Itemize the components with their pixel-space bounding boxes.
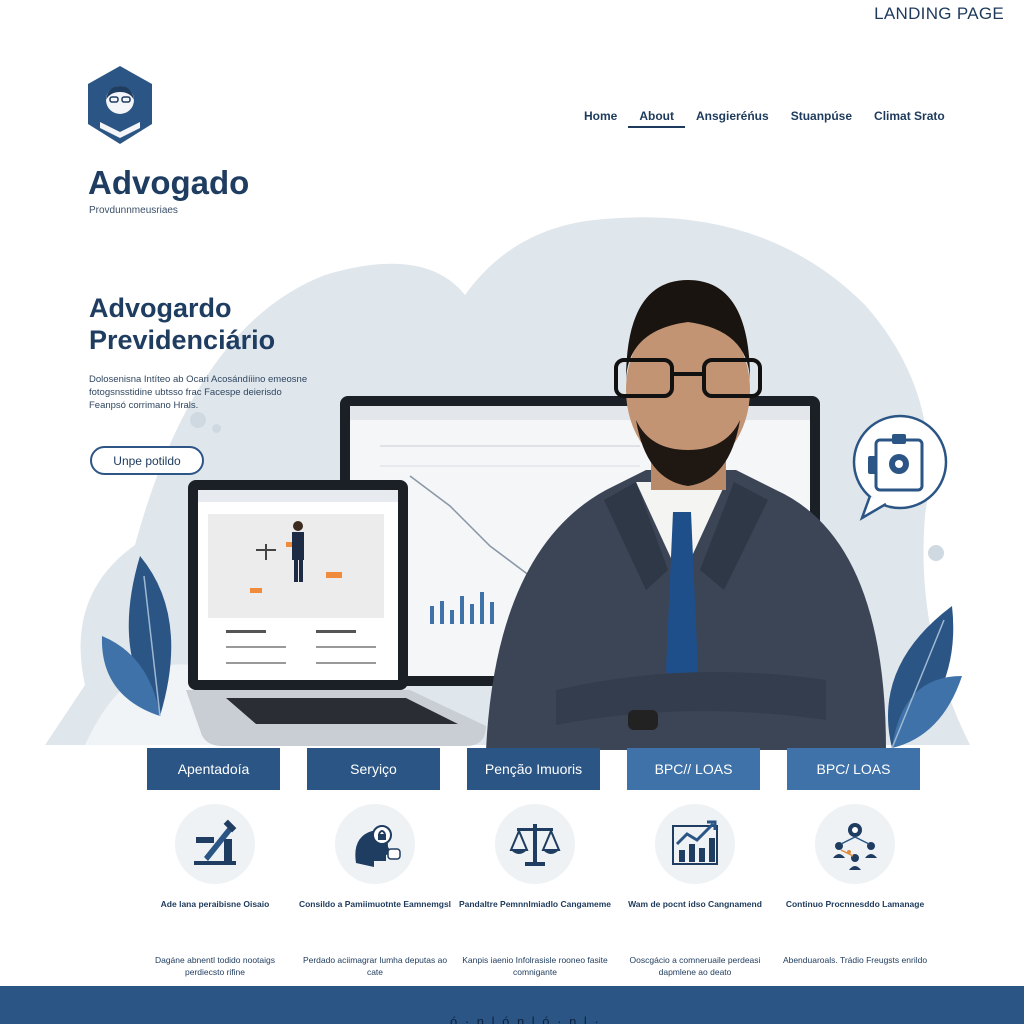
feature-icon-circle [175,804,255,884]
service-tab-bpc-loas-2[interactable]: BPC/ LOAS [787,748,920,790]
service-tab-servico[interactable]: Seryiço [307,748,440,790]
feature-description: Abenduaroals. Trádio Freugsts enrildo [782,955,928,965]
brand-name: Advogado [88,164,250,201]
landing-page-label: LANDING PAGE [874,4,1004,23]
feature-caption: Consildo a Pamiimuotnte Eamnemgsl [298,899,452,909]
service-tab-pensao[interactable]: Penção Imuoris [467,748,600,790]
nav-about[interactable]: About [628,109,685,128]
feature-icon-circle [655,804,735,884]
feature-description: Dagáne abnentl todido nootaigs perdiecst… [154,955,276,977]
decorative-dot [928,545,944,561]
feature-card: Pandaltre Pemnnlmiadlo Cangameme Kanpis … [455,804,615,978]
feature-caption: Pandaltre Pemnnlmiadlo Cangameme [458,899,612,909]
lawyer-portrait [486,280,886,750]
nav-item-3[interactable]: Ansgieréńus [685,109,780,128]
feature-description: Ooscgácio a comneruaile perdeasi dapmlen… [629,955,761,977]
feature-caption: Wam de pocnt idso Cangnamend [628,899,762,909]
feature-caption: Ade lana peraibisne Oisaio [160,899,270,909]
hero-title: Advogardo Previdenciário [89,292,419,356]
nav-item-4[interactable]: Stuanpúse [780,109,863,128]
hero-title-line1: Advogardo [89,293,232,323]
scales-icon [509,824,561,866]
hero-cta-button[interactable]: Unpe potildo [90,446,204,475]
decorative-dot [212,424,221,433]
feature-card: Consildo a Pamiimuotnte Eamnemgsl Perdad… [295,804,455,978]
service-tab-aposentadoria[interactable]: Apentadoía [147,748,280,790]
hero-description: Dolosenisna Intíteo ab Ocari Acosándíiin… [89,374,308,411]
growth-chart-icon [672,820,718,865]
clipboard-chat-icon[interactable] [846,410,950,522]
decorative-dot [190,412,206,428]
laptop [186,480,486,746]
feature-caption: Continuo Procnnesddo Lamanage [785,899,925,909]
features-row: Ade lana peraibisne Oisaio Dagáne abnent… [135,804,935,978]
lawyer-logo-icon[interactable] [86,64,154,146]
main-nav: Home About Ansgieréńus Stuanpúse Climat … [584,109,956,128]
hero-title-line2: Previdenciário [89,325,276,355]
head-lock-icon [355,825,401,867]
feature-card: Continuo Procnnesddo Lamanage Abenduaroa… [775,804,935,978]
nav-home[interactable]: Home [584,109,628,128]
footer-text: ó · n l ó n l ó · n l · [450,1014,601,1024]
feature-icon-circle [815,804,895,884]
service-tabs: Apentadoía Seryiço Penção Imuoris BPC// … [147,748,920,790]
nav-contact[interactable]: Climat Srato [863,109,956,128]
feature-icon-circle [335,804,415,884]
feature-description: Perdado aciimagrar lumha deputas ao cate [302,955,448,977]
feature-description: Kanpis iaenio Infolrasisle rooneo fasite… [462,955,608,977]
service-tab-bpc-loas-1[interactable]: BPC// LOAS [627,748,760,790]
feature-card: Ade lana peraibisne Oisaio Dagáne abnent… [135,804,295,978]
feature-icon-circle [495,804,575,884]
feature-card: Wam de pocnt idso Cangnamend Ooscgácio a… [615,804,775,978]
gavel-building-icon [194,819,237,865]
network-people-icon [833,823,877,870]
